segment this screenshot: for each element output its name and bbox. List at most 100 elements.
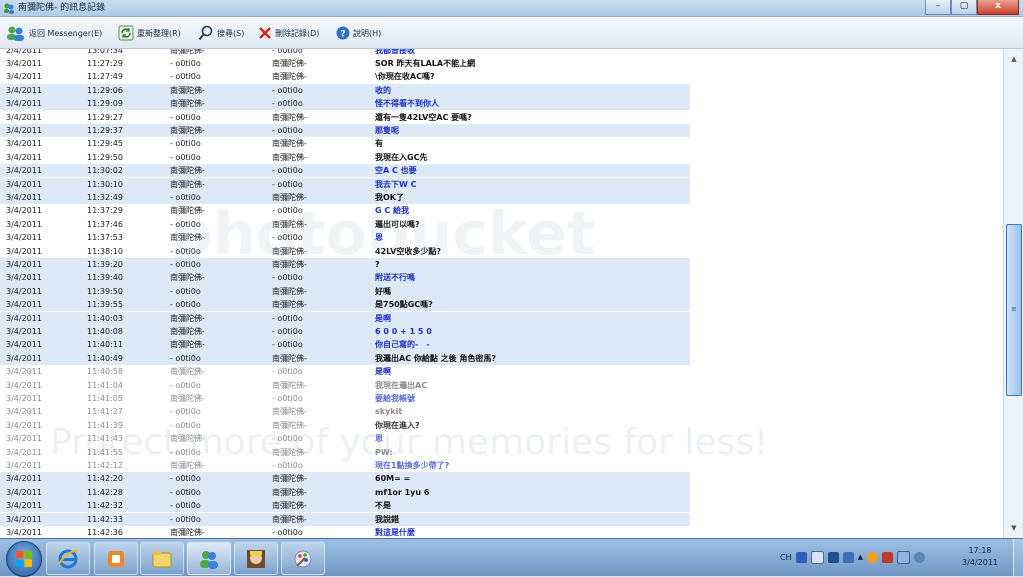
message-recipient: - o0ti0o — [272, 367, 303, 377]
input-language-label[interactable]: CH — [780, 553, 792, 562]
message-recipient: - o0ti0o — [272, 273, 303, 283]
message-time: 11:39:50 — [87, 286, 123, 296]
message-time: 11:29:50 — [87, 152, 123, 162]
message-date: 3/4/2011 — [6, 300, 42, 310]
taskbar-internet-explorer[interactable] — [46, 542, 90, 575]
message-text: 我現在邏出AC — [375, 380, 428, 390]
show-desktop-button[interactable] — [1013, 539, 1023, 576]
search-button[interactable]: 搜尋(S) — [198, 24, 244, 42]
game-character-icon — [247, 550, 265, 568]
message-sender: - o0ti0o — [170, 501, 201, 511]
message-sender: 南彌陀佛- — [170, 99, 205, 109]
taskbar: CH ▲ 17:18 3/4/2011 — [0, 538, 1023, 577]
help-button[interactable]: ? 說明(H) — [336, 24, 381, 42]
message-recipient: - o0ti0o — [272, 326, 303, 336]
taskbar-clock[interactable]: 17:18 3/4/2011 — [955, 545, 1005, 569]
keyboard-icon[interactable] — [827, 551, 839, 563]
message-recipient: 南彌陀佛- — [272, 58, 307, 68]
message-time: 11:39:40 — [87, 273, 123, 283]
back-to-messenger-button[interactable]: 返回 Messenger(E) — [6, 24, 102, 42]
message-row: 3/4/2011 11:42:33 - o0ti0o 南彌陀佛- 我說錯 — [0, 512, 690, 526]
message-row: 3/4/2011 11:42:36 南彌陀佛- - o0ti0o 對這是什麼 — [0, 526, 690, 538]
message-time: 11:29:45 — [87, 139, 123, 149]
message-sender: 南彌陀佛- — [170, 49, 205, 55]
message-recipient: 南彌陀佛- — [272, 407, 307, 417]
message-sender: - o0ti0o — [170, 72, 201, 82]
refresh-button[interactable]: 重新整理(R) — [118, 24, 181, 42]
start-button[interactable] — [6, 541, 42, 577]
message-row: 3/4/2011 11:40:49 - o0ti0o 南彌陀佛- 我邏出AC 你給點 之… — [0, 351, 690, 366]
message-time: 11:40:49 — [87, 353, 123, 363]
input-settings-icon[interactable] — [842, 551, 854, 563]
message-text: 要給我帳號 — [375, 393, 415, 403]
action-center-flag-icon[interactable] — [882, 551, 893, 563]
message-date: 3/4/2011 — [6, 313, 42, 323]
message-text: 是啊 — [375, 367, 391, 377]
message-time: 11:41:04 — [87, 380, 123, 390]
help-label: 說明(H) — [353, 28, 382, 38]
tray-expand-icon[interactable]: ▲ — [858, 553, 863, 561]
taskbar-paint[interactable] — [281, 542, 325, 575]
delete-history-button[interactable]: 刪除記錄(D) — [258, 24, 319, 42]
message-date: 3/4/2011 — [6, 273, 42, 283]
delete-x-icon — [259, 27, 271, 39]
taskbar-media-player[interactable] — [94, 542, 138, 575]
message-time: 11:39:55 — [87, 300, 123, 310]
maximize-button[interactable]: ▢ — [951, 0, 977, 15]
message-recipient: - o0ti0o — [272, 393, 303, 403]
message-history-pane[interactable]: 2/4/2011 13:07:34 南彌陀佛- - o0ti0o 我都晉接收 3/4/20… — [0, 49, 1003, 538]
messenger-buddies-icon — [4, 3, 14, 14]
message-sender: 南彌陀佛- — [170, 273, 205, 283]
message-date: 3/4/2011 — [6, 474, 42, 484]
message-date: 3/4/2011 — [6, 501, 42, 511]
message-recipient: 南彌陀佛- — [272, 501, 307, 511]
tray-app-icon[interactable] — [867, 551, 878, 563]
message-date: 3/4/2011 — [6, 152, 42, 162]
message-sender: - o0ti0o — [170, 407, 201, 417]
message-text: 那隻呢 — [375, 125, 399, 135]
message-row: 3/4/2011 11:39:50 - o0ti0o 南彌陀佛- 好嗎 — [0, 284, 690, 299]
search-icon — [198, 25, 213, 41]
message-sender: 南彌陀佛- — [170, 179, 205, 189]
message-time: 11:40:03 — [87, 313, 123, 323]
scroll-up-arrow-icon[interactable]: ▲ — [1007, 53, 1021, 65]
message-text: 是啊 — [375, 313, 391, 323]
taskbar-file-explorer[interactable] — [140, 542, 184, 575]
volume-icon[interactable] — [914, 551, 925, 563]
vertical-scrollbar[interactable]: ▲ ≡ ▼ — [1003, 49, 1023, 538]
message-date: 3/4/2011 — [6, 514, 42, 524]
messenger-icon — [200, 551, 218, 569]
chinese-input-icon[interactable] — [810, 550, 824, 564]
svg-text:?: ? — [340, 30, 345, 40]
message-recipient: - o0ti0o — [272, 313, 303, 323]
message-text: 我都晉接收 — [375, 49, 415, 55]
message-time: 13:07:34 — [87, 49, 123, 55]
scrollbar-thumb[interactable]: ≡ — [1006, 224, 1022, 396]
message-sender: 南彌陀佛- — [170, 313, 205, 323]
message-row: 3/4/2011 11:41:27 - o0ti0o 南彌陀佛-skykit — [0, 405, 690, 418]
message-date: 3/4/2011 — [6, 85, 42, 95]
message-text: 收的 — [375, 85, 391, 95]
network-icon[interactable] — [897, 550, 910, 564]
message-sender: 南彌陀佛- — [170, 527, 205, 537]
message-time: 11:42:28 — [87, 487, 123, 497]
scroll-down-arrow-icon[interactable]: ▼ — [1007, 522, 1021, 534]
message-recipient: 南彌陀佛- — [272, 487, 307, 497]
close-button[interactable]: x — [977, 0, 1019, 15]
help-icon: ? — [336, 26, 350, 40]
message-recipient: 南彌陀佛- — [272, 353, 307, 363]
ime-icon[interactable] — [795, 551, 807, 563]
message-time: 11:30:02 — [87, 166, 123, 176]
taskbar-messenger[interactable] — [187, 542, 231, 575]
message-date: 3/4/2011 — [6, 367, 42, 377]
message-sender: - o0ti0o — [170, 487, 201, 497]
minimize-button[interactable]: – — [925, 0, 951, 15]
message-recipient: - o0ti0o — [272, 179, 303, 189]
message-row: 3/4/2011 11:41:05 南彌陀佛- - o0ti0o 要給我帳號 — [0, 392, 690, 405]
message-text: 是750點GC嗎? — [375, 300, 433, 310]
clock-date: 3/4/2011 — [962, 558, 998, 567]
message-text: 不是 — [375, 501, 391, 511]
taskbar-game-app[interactable] — [234, 542, 278, 575]
message-date: 3/4/2011 — [6, 259, 42, 269]
message-sender: 南彌陀佛- — [170, 367, 205, 377]
